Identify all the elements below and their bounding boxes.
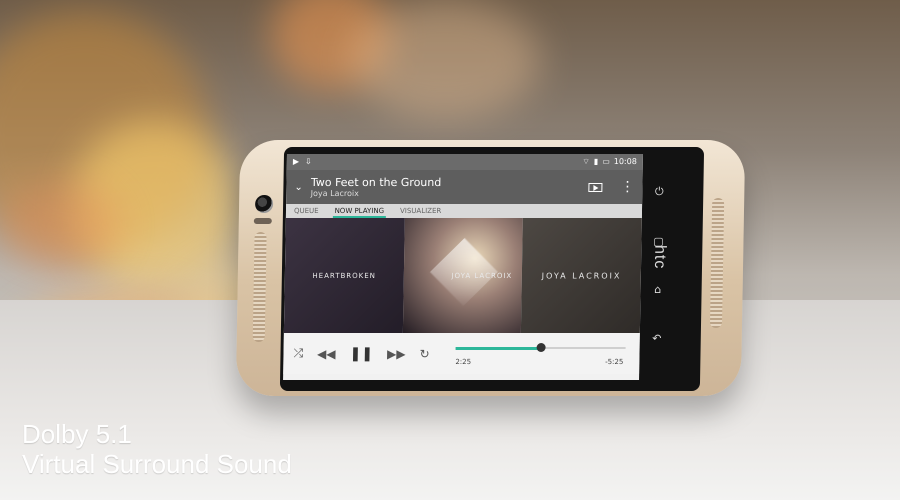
phone-screen: ▶ ⇩ ⌔ ▮ ▭ 10:08 ⌄ Two Feet on the Ground… [283, 154, 643, 380]
header-actions: ⋮ [588, 179, 635, 195]
album-art-3[interactable]: JOYA LACROIX [521, 218, 642, 333]
sensor-bar [253, 218, 272, 224]
clock: 10:08 [613, 157, 637, 166]
caption-line-1: Dolby 5.1 [22, 419, 132, 449]
cast-icon[interactable] [588, 182, 603, 192]
track-info: Two Feet on the Ground Joya Lacroix [311, 176, 589, 199]
rewind-icon[interactable]: ◀◀ [317, 347, 336, 361]
signal-icon: ▮ [593, 157, 599, 166]
album-text-1: HEARTBROKEN [312, 271, 377, 280]
repeat-icon[interactable]: ↻ [419, 347, 429, 361]
speaker-grill-left [252, 232, 267, 342]
phone-device: ▶ ⇩ ⌔ ▮ ▭ 10:08 ⌄ Two Feet on the Ground… [235, 140, 746, 396]
bokeh-light-5 [350, 0, 540, 120]
fast-forward-icon[interactable]: ▶▶ [387, 347, 406, 361]
status-left-icons: ▶ ⇩ [293, 154, 312, 170]
shuffle-icon[interactable]: ⤮ [293, 346, 303, 361]
album-text-3: JOYA LACROIX [541, 271, 622, 280]
caption-line-2: Virtual Surround Sound [22, 449, 292, 479]
battery-icon: ▭ [602, 157, 610, 166]
power-icon[interactable]: ⏻ [655, 185, 664, 199]
status-right-icons: ⌔ ▮ ▭ 10:08 [582, 154, 637, 170]
back-icon[interactable]: ↶ [652, 332, 661, 345]
front-camera-icon [254, 195, 274, 213]
brand-logo: htc [650, 245, 669, 270]
status-bar: ▶ ⇩ ⌔ ▮ ▭ 10:08 [286, 154, 643, 170]
kebab-menu-icon[interactable]: ⋮ [620, 179, 634, 195]
track-title: Two Feet on the Ground [310, 175, 442, 189]
progress-knob[interactable] [536, 343, 546, 352]
download-icon: ⇩ [304, 157, 312, 166]
player-tabs: QUEUE NOW PLAYING VISUALIZER [285, 204, 643, 218]
remaining-time: -5:25 [605, 358, 624, 366]
tab-visualizer[interactable]: VISUALIZER [392, 204, 450, 218]
progress-fill [455, 347, 541, 350]
elapsed-time: 2:25 [455, 358, 472, 366]
playback-controls: ⤮ ◀◀ ❚❚ ▶▶ ↻ 2:25 -5:25 [283, 333, 640, 374]
album-art-2[interactable]: JOYA LACROIX [402, 218, 524, 333]
play-icon: ▶ [292, 157, 300, 166]
track-artist: Joya Lacroix [310, 188, 359, 198]
pause-icon[interactable]: ❚❚ [349, 346, 373, 362]
bokeh-light-7 [0, 180, 120, 270]
chevron-down-icon[interactable]: ⌄ [294, 182, 303, 193]
tab-queue[interactable]: QUEUE [286, 204, 327, 218]
track-header: ⌄ Two Feet on the Ground Joya Lacroix ⋮ [286, 170, 643, 204]
tab-now-playing[interactable]: NOW PLAYING [326, 204, 392, 218]
speaker-grill-right [709, 198, 725, 328]
home-icon[interactable]: ⌂ [654, 283, 661, 296]
album-art-1[interactable]: HEARTBROKEN [283, 218, 405, 333]
wifi-icon: ⌔ [582, 157, 590, 166]
album-text-2: JOYA LACROIX [451, 271, 513, 280]
album-art-carousel: HEARTBROKEN JOYA LACROIX JOYA LACROIX [283, 218, 642, 333]
feature-caption: Dolby 5.1 Virtual Surround Sound [22, 419, 292, 479]
